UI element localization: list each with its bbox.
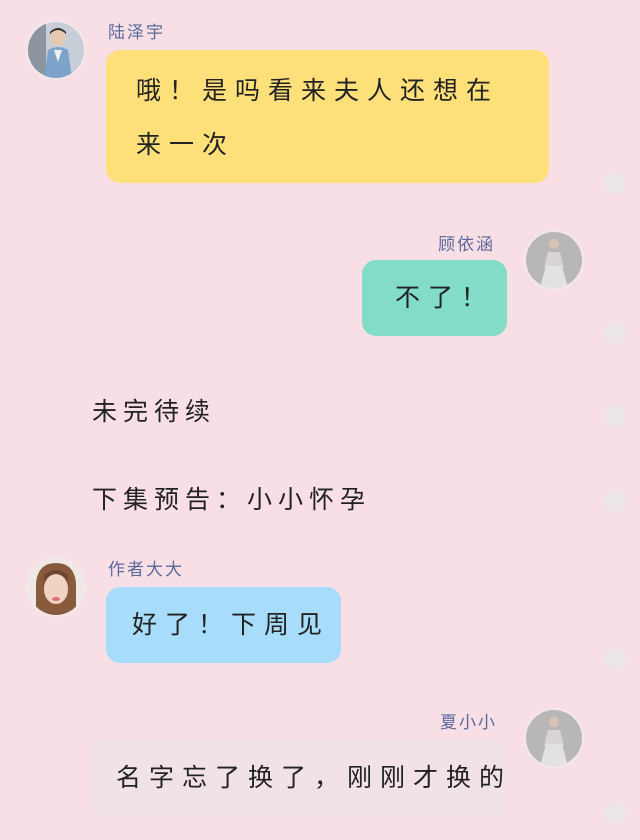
avatar-author[interactable] — [26, 557, 86, 617]
sender-name: 作者大大 — [108, 560, 184, 580]
message-bubble[interactable]: 哦！是吗看来夫人还想在来一次 — [106, 50, 549, 183]
select-radio-2[interactable] — [604, 323, 626, 345]
message-bubble[interactable]: 好了！下周见 — [106, 587, 341, 663]
avatar-lu-zeyu[interactable] — [26, 20, 86, 80]
select-radio-1[interactable] — [604, 172, 626, 194]
sender-name: 顾依涵 — [438, 235, 495, 255]
select-radio-3[interactable] — [604, 405, 626, 427]
select-radio-5[interactable] — [604, 648, 626, 670]
narration-next-episode-preview: 下集预告：小小怀孕 — [92, 485, 372, 514]
avatar-xia-xiaoxiao[interactable] — [524, 708, 584, 768]
message-bubble[interactable]: 不了！ — [362, 260, 507, 336]
sender-name: 陆泽宇 — [108, 23, 165, 43]
avatar-gu-yihan[interactable] — [524, 230, 584, 290]
select-radio-6[interactable] — [604, 802, 626, 824]
select-radio-4[interactable] — [604, 491, 626, 513]
message-bubble[interactable]: 名字忘了换了，刚刚才换的 — [90, 740, 507, 816]
sender-name: 夏小小 — [440, 713, 497, 733]
narration-to-be-continued: 未完待续 — [92, 397, 217, 426]
